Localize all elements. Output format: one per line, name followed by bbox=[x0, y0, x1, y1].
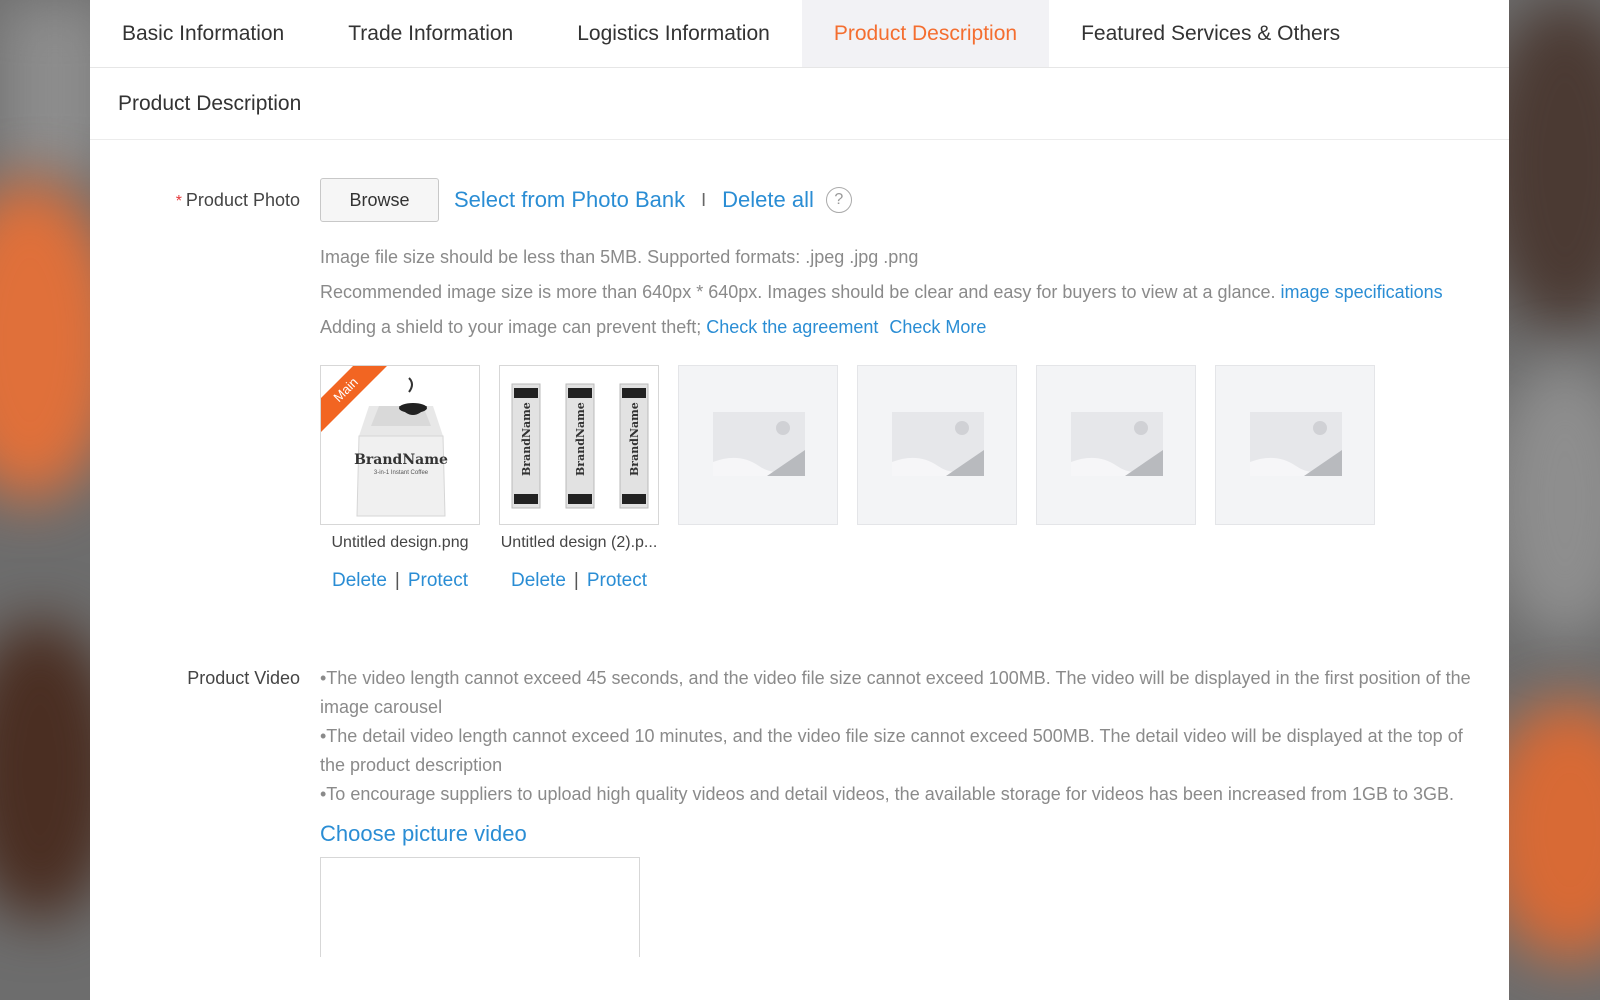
video-hint-3: •To encourage suppliers to upload high q… bbox=[320, 784, 1454, 804]
video-upload-box[interactable] bbox=[320, 857, 640, 957]
required-mark: * bbox=[175, 193, 182, 210]
tab-product-description[interactable]: Product Description bbox=[801, 0, 1050, 67]
product-image-bag[interactable]: BrandName 3-in-1 Instant Coffee Main bbox=[320, 365, 480, 525]
photo-item: BrandName 3-in-1 Instant Coffee Main Unt… bbox=[320, 365, 480, 592]
tab-featured-services[interactable]: Featured Services & Others bbox=[1049, 0, 1372, 67]
image-placeholder-icon bbox=[1071, 412, 1163, 476]
photo-filename: Untitled design.png bbox=[331, 534, 469, 551]
section-title: Product Description bbox=[90, 68, 1509, 140]
svg-text:BrandName: BrandName bbox=[628, 402, 641, 476]
protect-photo-link[interactable]: Protect bbox=[587, 570, 647, 591]
video-hint-2: •The detail video length cannot exceed 1… bbox=[320, 726, 1463, 775]
empty-photo-slot[interactable] bbox=[678, 365, 838, 525]
delete-all-link[interactable]: Delete all bbox=[722, 187, 814, 213]
photo-item: BrandName BrandName BrandName Untitled d… bbox=[499, 365, 659, 592]
image-specifications-link[interactable]: image specifications bbox=[1281, 282, 1443, 302]
help-icon[interactable]: ? bbox=[825, 187, 852, 213]
coffee-sticks-image: BrandName BrandName BrandName bbox=[511, 383, 649, 509]
svg-text:BrandName: BrandName bbox=[354, 452, 448, 468]
protect-photo-link[interactable]: Protect bbox=[408, 570, 468, 591]
photo-thumbnails: BrandName 3-in-1 Instant Coffee Main Unt… bbox=[320, 365, 1479, 592]
product-photo-label: * Product Photo bbox=[175, 190, 300, 210]
check-agreement-link[interactable]: Check the agreement bbox=[706, 317, 878, 337]
tab-logistics-information[interactable]: Logistics Information bbox=[545, 0, 802, 67]
svg-text:3-in-1 Instant Coffee: 3-in-1 Instant Coffee bbox=[374, 470, 429, 476]
empty-photo-slot[interactable] bbox=[1215, 365, 1375, 525]
choose-picture-video-link[interactable]: Choose picture video bbox=[320, 821, 527, 847]
separator: I bbox=[701, 189, 707, 210]
shield-hint: Adding a shield to your image can preven… bbox=[320, 317, 987, 337]
empty-photo-slot[interactable] bbox=[1036, 365, 1196, 525]
svg-text:BrandName: BrandName bbox=[574, 402, 587, 476]
tab-bar: Basic Information Trade Information Logi… bbox=[90, 0, 1509, 68]
select-from-photo-bank-link[interactable]: Select from Photo Bank bbox=[454, 187, 685, 213]
image-size-hint: Recommended image size is more than 640p… bbox=[320, 282, 1443, 302]
image-placeholder-icon bbox=[1250, 412, 1342, 476]
file-size-hint: Image file size should be less than 5MB.… bbox=[320, 247, 919, 267]
browse-button[interactable]: Browse bbox=[320, 178, 439, 222]
product-form-panel: Basic Information Trade Information Logi… bbox=[90, 0, 1509, 1000]
svg-text:BrandName: BrandName bbox=[520, 402, 533, 476]
video-hint-1: •The video length cannot exceed 45 secon… bbox=[320, 668, 1471, 717]
tab-trade-information[interactable]: Trade Information bbox=[316, 0, 545, 67]
product-video-row: Product Video •The video length cannot e… bbox=[90, 664, 1509, 957]
image-placeholder-icon bbox=[713, 412, 805, 476]
product-video-label: Product Video bbox=[187, 668, 300, 688]
delete-photo-link[interactable]: Delete bbox=[511, 570, 566, 591]
image-placeholder-icon bbox=[892, 412, 984, 476]
delete-photo-link[interactable]: Delete bbox=[332, 570, 387, 591]
empty-photo-slot[interactable] bbox=[857, 365, 1017, 525]
photo-actions: Browse Select from Photo Bank I Delete a… bbox=[320, 178, 1479, 222]
product-photo-row: * Product Photo Browse Select from Photo … bbox=[90, 178, 1509, 592]
tab-basic-information[interactable]: Basic Information bbox=[90, 0, 316, 67]
product-image-sticks[interactable]: BrandName BrandName BrandName bbox=[499, 365, 659, 525]
photo-filename: Untitled design (2).p... bbox=[500, 534, 658, 551]
check-more-link[interactable]: Check More bbox=[889, 317, 986, 337]
